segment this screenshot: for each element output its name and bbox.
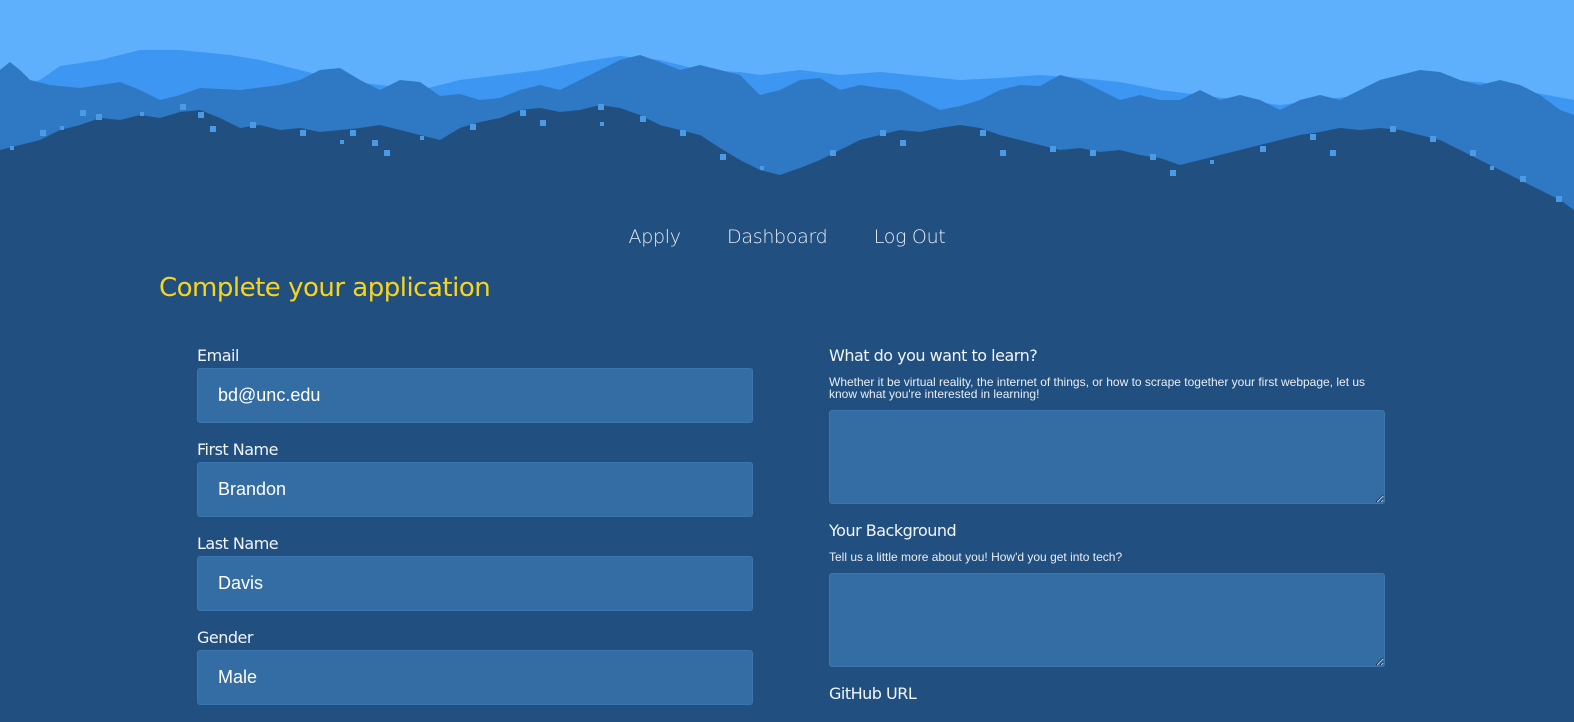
last-name-field[interactable] (197, 556, 753, 611)
header-landscape-art (0, 0, 1574, 220)
application-form-left: Email First Name Last Name Gender (197, 344, 753, 720)
email-label: Email (197, 346, 239, 365)
nav-link-apply[interactable]: Apply (629, 226, 681, 248)
learn-textarea[interactable] (829, 410, 1385, 504)
email-field[interactable] (197, 368, 753, 423)
first-name-field[interactable] (197, 462, 753, 517)
application-form-right: What do you want to learn? Whether it be… (829, 344, 1385, 706)
first-name-label: First Name (197, 440, 278, 459)
page-title: Complete your application (159, 273, 491, 303)
background-label: Your Background (829, 521, 957, 540)
top-nav: Apply Dashboard Log Out (0, 224, 1574, 248)
gender-label: Gender (197, 628, 253, 647)
nav-link-dashboard[interactable]: Dashboard (727, 226, 828, 248)
learn-label: What do you want to learn? (829, 346, 1038, 365)
last-name-label: Last Name (197, 534, 279, 553)
learn-help-text: Whether it be virtual reality, the inter… (829, 375, 1366, 401)
background-help-text: Tell us a little more about you! How'd y… (829, 550, 1123, 564)
background-textarea[interactable] (829, 573, 1385, 667)
github-url-label: GitHub URL (829, 684, 917, 703)
nav-link-logout[interactable]: Log Out (874, 226, 946, 248)
gender-field[interactable] (197, 650, 753, 705)
